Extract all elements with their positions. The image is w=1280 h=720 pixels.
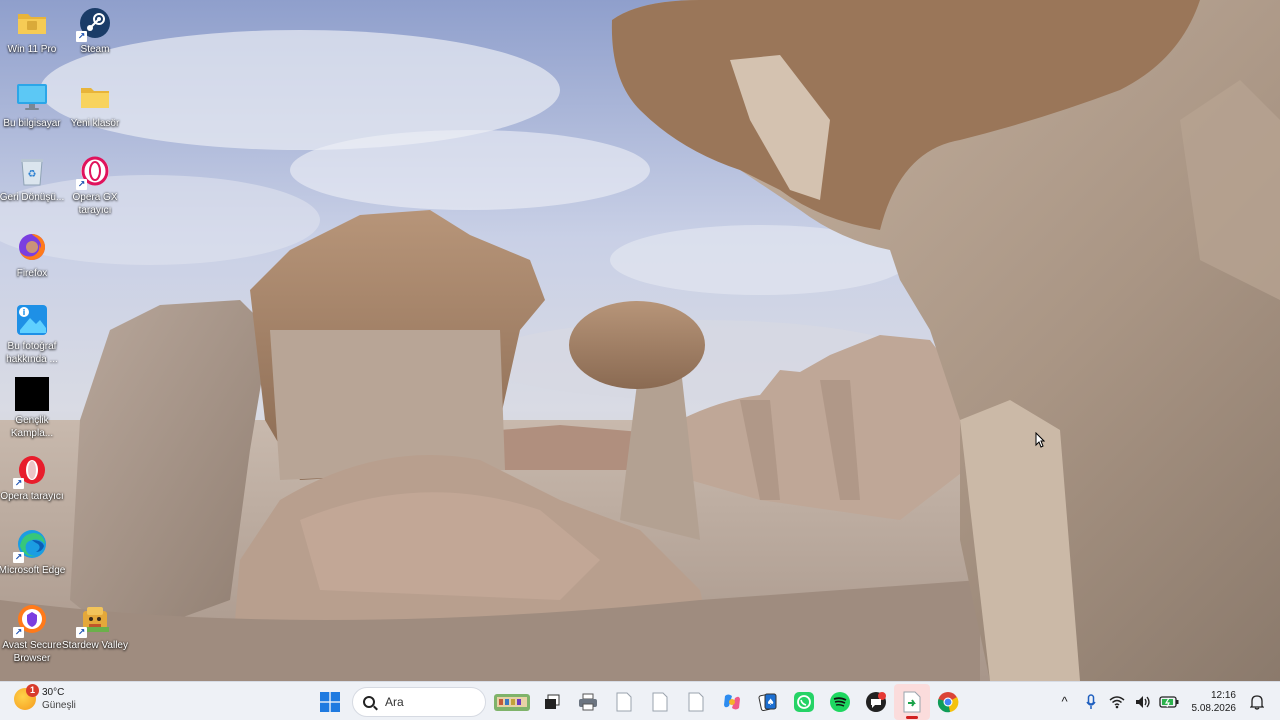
shortcut-arrow-icon: ↗ <box>13 627 24 638</box>
svg-text:i: i <box>23 308 26 317</box>
search-highlight-button[interactable] <box>490 684 534 720</box>
shortcut-arrow-icon: ↗ <box>13 478 24 489</box>
system-tray: ^ 12:16 5.08.2026 <box>1052 682 1280 720</box>
desktop-icon-label: Avast Secure Browser <box>2 640 62 664</box>
taskbar-app-active[interactable] <box>894 683 930 720</box>
search-highlight-icon <box>494 693 530 711</box>
taskbar-app-document-2[interactable] <box>642 684 678 720</box>
desktop-icon-label: Firefox <box>16 268 48 279</box>
sun-icon: 1 <box>14 684 39 710</box>
desktop-icon-recycle-bin[interactable]: ♻ Geri Dönüşü... <box>0 154 64 204</box>
blank-document-icon <box>616 692 632 711</box>
microphone-icon[interactable] <box>1080 691 1102 713</box>
desktop-icon-avast[interactable]: ↗ Avast Secure Browser <box>0 602 64 665</box>
desktop-wallpaper <box>0 0 1280 681</box>
desktop-icon-label: Bu fotoğraf hakkında ... <box>6 341 58 365</box>
weather-condition: Güneşli <box>42 700 76 711</box>
desktop-icon-label: Steam <box>80 44 110 55</box>
notification-bell-icon[interactable] <box>1246 691 1268 713</box>
battery-charging-icon[interactable] <box>1158 691 1180 713</box>
folder-icon <box>15 6 49 40</box>
blank-document-icon <box>652 692 668 711</box>
desktop-icon-edge[interactable]: ↗ Microsoft Edge <box>0 527 66 577</box>
wallpaper-hoodoo-landscape <box>0 0 1280 681</box>
taskbar-apps: Ara ♠ <box>312 682 966 720</box>
desktop-icon-label: Win 11 Pro <box>7 44 57 55</box>
taskbar-app-chrome[interactable] <box>930 684 966 720</box>
svg-text:♠: ♠ <box>766 698 774 708</box>
taskbar-app-printer[interactable] <box>570 684 606 720</box>
tray-overflow-chevron-icon[interactable]: ^ <box>1054 691 1076 713</box>
desktop-icon-stardew[interactable]: ↗ Stardew Valley <box>62 602 128 652</box>
desktop-icon-opera[interactable]: ↗ Opera tarayıcı <box>0 453 64 503</box>
desktop-icon-win11pro[interactable]: Win 11 Pro <box>0 6 64 56</box>
notification-badge: 1 <box>26 684 39 697</box>
desktop-icon-label: Microsoft Edge <box>0 565 66 576</box>
windows-logo-icon <box>320 691 340 712</box>
mouse-cursor-icon <box>1035 431 1046 453</box>
taskbar-app-spotify[interactable] <box>822 684 858 720</box>
stardew-icon: ↗ <box>76 602 112 638</box>
firefox-icon <box>15 230 49 264</box>
recycle-bin-icon: ♻ <box>15 154 49 188</box>
start-button[interactable] <box>312 684 348 720</box>
search-icon <box>363 695 375 708</box>
weather-widget[interactable]: 1 30°C Güneşli <box>14 684 76 712</box>
search-placeholder: Ara <box>385 694 404 709</box>
whatsapp-icon <box>794 691 814 712</box>
desktop-icon-label: Opera tarayıcı <box>0 491 64 502</box>
wifi-icon[interactable] <box>1106 691 1128 713</box>
steam-icon: ↗ <box>76 6 112 42</box>
desktop-icon-label: Stardew Valley <box>62 640 128 651</box>
opera-icon: ↗ <box>13 453 49 489</box>
shortcut-arrow-icon: ↗ <box>76 179 87 190</box>
shortcut-arrow-icon: ↗ <box>13 552 24 563</box>
clock-date: 5.08.2026 <box>1191 702 1237 714</box>
opera-gx-icon: ↗ <box>76 154 112 190</box>
taskbar-app-copilot[interactable] <box>714 684 750 720</box>
taskbar-clock[interactable]: 12:16 5.08.2026 <box>1192 689 1237 715</box>
desktop-icon-firefox[interactable]: Firefox <box>0 230 64 280</box>
taskbar-app-document-3[interactable] <box>678 684 714 720</box>
desktop-icon-label: Gençlik Kampla... <box>10 415 54 439</box>
installer-arrow-icon <box>903 691 921 712</box>
desktop-icon-label: Bu bilgisayar <box>3 118 61 129</box>
edge-icon: ↗ <box>13 527 49 563</box>
folder-icon <box>78 80 112 114</box>
taskbar-app-document-1[interactable] <box>606 684 642 720</box>
taskbar-app-chat[interactable] <box>858 684 894 720</box>
chat-app-icon <box>866 691 886 712</box>
copilot-icon <box>724 694 740 709</box>
avast-icon: ↗ <box>13 602 49 638</box>
task-view-button[interactable] <box>534 684 570 720</box>
taskbar-app-whatsapp[interactable] <box>786 684 822 720</box>
desktop-icon-about-photo[interactable]: i Bu fotoğraf hakkında ... <box>0 303 64 366</box>
desktop-icon-steam[interactable]: ↗ Steam <box>63 6 127 56</box>
taskbar: 1 30°C Güneşli Ara ♠ ^ 12:16 5.08.2026 <box>0 681 1280 720</box>
desktop-icon-label: Yeni klasör <box>70 118 120 129</box>
printer-icon <box>579 693 597 710</box>
desktop-icon-label: Geri Dönüşü... <box>0 192 65 203</box>
desktop-icon-youth-camp[interactable]: Gençlik Kampla... <box>0 377 64 440</box>
black-square-icon <box>15 377 49 411</box>
photo-info-icon: i <box>15 303 49 337</box>
clock-time: 12:16 <box>1210 689 1236 701</box>
task-view-icon <box>545 694 560 709</box>
weather-temperature: 30°C <box>42 687 65 698</box>
desktop-icon-this-pc[interactable]: Bu bilgisayar <box>0 80 64 130</box>
spotify-icon <box>830 691 850 712</box>
desktop-icon-new-folder[interactable]: Yeni klasör <box>63 80 127 130</box>
desktop-icon-opera-gx[interactable]: ↗ Opera GX tarayıcı <box>63 154 127 217</box>
chrome-icon <box>937 691 959 712</box>
card-game-icon: ♠ <box>758 693 777 711</box>
blank-document-icon <box>688 692 704 711</box>
volume-icon[interactable] <box>1132 691 1154 713</box>
monitor-icon <box>15 80 49 114</box>
shortcut-arrow-icon: ↗ <box>76 31 87 42</box>
taskbar-app-solitaire[interactable]: ♠ <box>750 684 786 720</box>
taskbar-search[interactable]: Ara <box>352 686 486 717</box>
desktop-icon-label: Opera GX tarayıcı <box>72 192 118 216</box>
svg-text:♻: ♻ <box>28 169 37 180</box>
shortcut-arrow-icon: ↗ <box>76 627 87 638</box>
